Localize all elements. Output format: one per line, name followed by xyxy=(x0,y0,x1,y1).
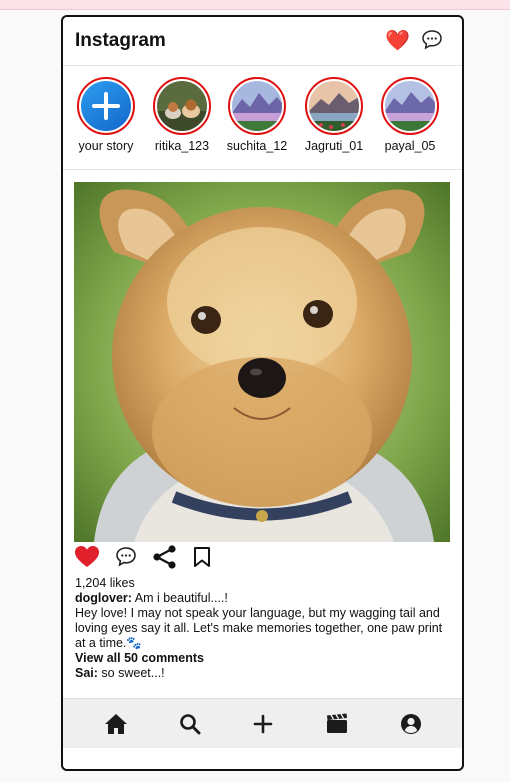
story-username: suchita_12 xyxy=(226,139,288,153)
like-heart-icon[interactable] xyxy=(74,545,100,574)
browser-top-strip xyxy=(0,0,510,10)
comment-icon[interactable] xyxy=(114,545,138,574)
phone-frame: Instagram ❤️ your story ritika_123 suchi… xyxy=(61,15,464,771)
message-icon[interactable] xyxy=(420,28,444,59)
stories-row: your story ritika_123 suchita_12 Jagruti… xyxy=(63,65,462,170)
story-ring xyxy=(228,77,286,135)
add-story-icon[interactable] xyxy=(81,81,131,131)
app-logo: Instagram xyxy=(75,30,166,51)
story-payal[interactable]: payal_05 xyxy=(372,77,448,153)
story-your-story[interactable]: your story xyxy=(68,77,144,153)
profile-icon[interactable] xyxy=(400,713,422,735)
home-icon[interactable] xyxy=(104,713,128,735)
add-post-icon[interactable] xyxy=(252,713,274,735)
comment-text: so sweet...! xyxy=(101,666,165,680)
story-jagruti[interactable]: Jagruti_01 xyxy=(296,77,372,153)
post-caption: doglover: Am i beautiful....! Hey love! … xyxy=(75,591,453,681)
header-actions: ❤️ xyxy=(385,28,444,59)
story-avatar xyxy=(385,81,435,131)
heart-icon[interactable]: ❤️ xyxy=(385,28,410,59)
search-icon[interactable] xyxy=(179,713,201,735)
story-avatar xyxy=(232,81,282,131)
story-suchita[interactable]: suchita_12 xyxy=(219,77,295,153)
caption-body: Hey love! I may not speak your language,… xyxy=(75,606,443,650)
story-ritika[interactable]: ritika_123 xyxy=(144,77,220,153)
story-avatar xyxy=(309,81,359,131)
comment-author[interactable]: Sai: xyxy=(75,666,98,680)
reels-icon[interactable] xyxy=(325,713,349,735)
story-ring xyxy=(77,77,135,135)
post-actions xyxy=(74,544,212,575)
post-image[interactable] xyxy=(74,182,450,542)
story-ring xyxy=(153,77,211,135)
post-author[interactable]: doglover: xyxy=(75,591,132,605)
app-header: Instagram ❤️ xyxy=(63,17,462,66)
story-ring xyxy=(381,77,439,135)
story-username: Jagruti_01 xyxy=(304,139,364,153)
story-username: payal_05 xyxy=(384,139,436,153)
likes-count: 1,204 likes xyxy=(75,576,135,590)
story-username: ritika_123 xyxy=(154,139,210,153)
story-ring xyxy=(305,77,363,135)
view-all-comments-link[interactable]: View all 50 comments xyxy=(75,651,453,666)
bottom-navigation xyxy=(63,698,462,748)
story-username: your story xyxy=(78,139,134,153)
caption-title: Am i beautiful....! xyxy=(134,591,228,605)
story-avatar xyxy=(157,81,207,131)
share-icon[interactable] xyxy=(152,544,178,575)
bookmark-icon[interactable] xyxy=(192,546,212,573)
